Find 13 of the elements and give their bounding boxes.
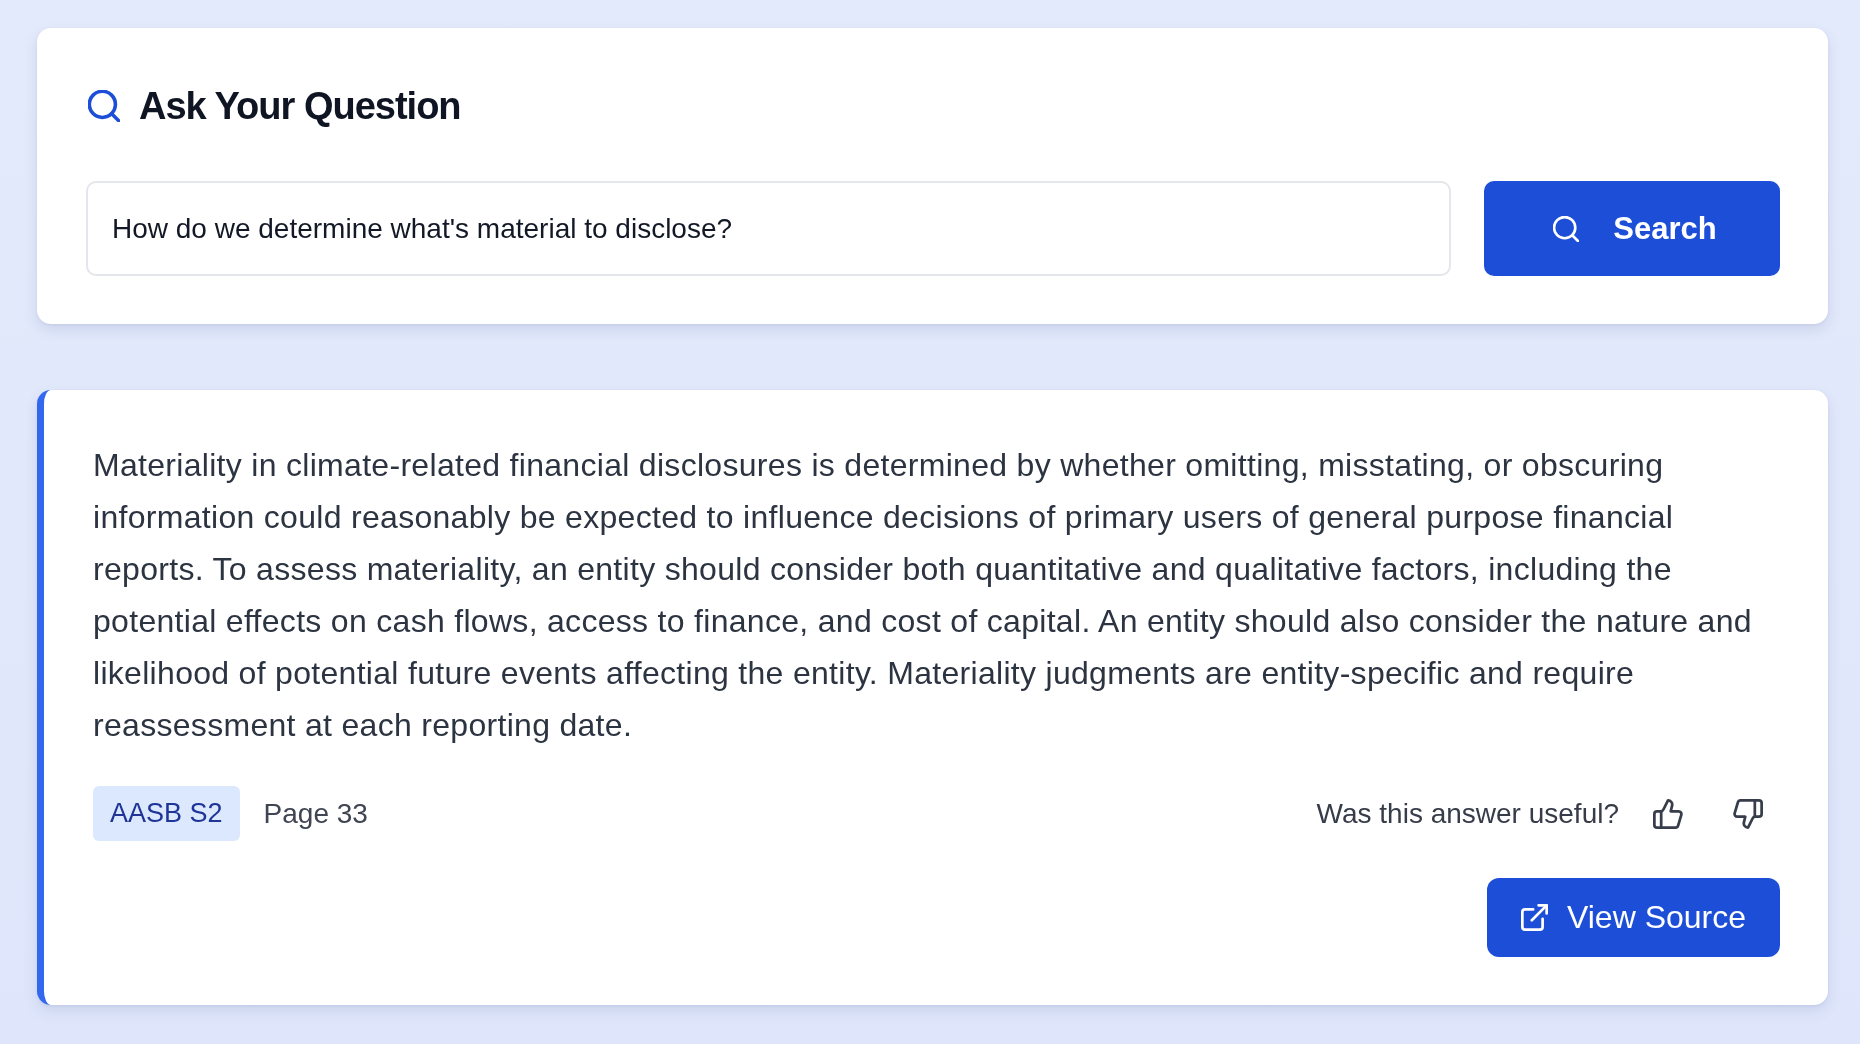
question-field[interactable]: How do we determine what's material to disclose? <box>86 181 1451 276</box>
search-button[interactable]: Search <box>1484 181 1780 276</box>
page-number: Page 33 <box>263 797 368 830</box>
external-link-icon <box>1520 904 1548 931</box>
answer-text: Materiality in climate-related financial disclosures is determined by whether omitting, misstating, or obscuring information could reasonably be expected to influence decisions of primary users of general purpose financial reports. To assess materiality, an entity should consider both quantitative and qualitative factors, including the potential effects on cash flows, access to finance, and cost of capital. An entity should also consider the nature and likelihood of potential future events affecting the entity. Materiality judgments are entity-specific and require reassessment at each reporting date. <box>93 446 1753 745</box>
search-icon <box>88 90 120 122</box>
thumbs-down-icon[interactable] <box>1733 798 1763 829</box>
thumbs-up-icon[interactable] <box>1653 798 1683 829</box>
source-tag: AASB S2 <box>93 786 240 841</box>
panel-title: Ask Your Question <box>139 84 461 129</box>
search-icon <box>1553 215 1580 242</box>
feedback-prompt: Was this answer useful? <box>1316 797 1619 830</box>
view-source-button[interactable]: View Source <box>1487 878 1780 957</box>
